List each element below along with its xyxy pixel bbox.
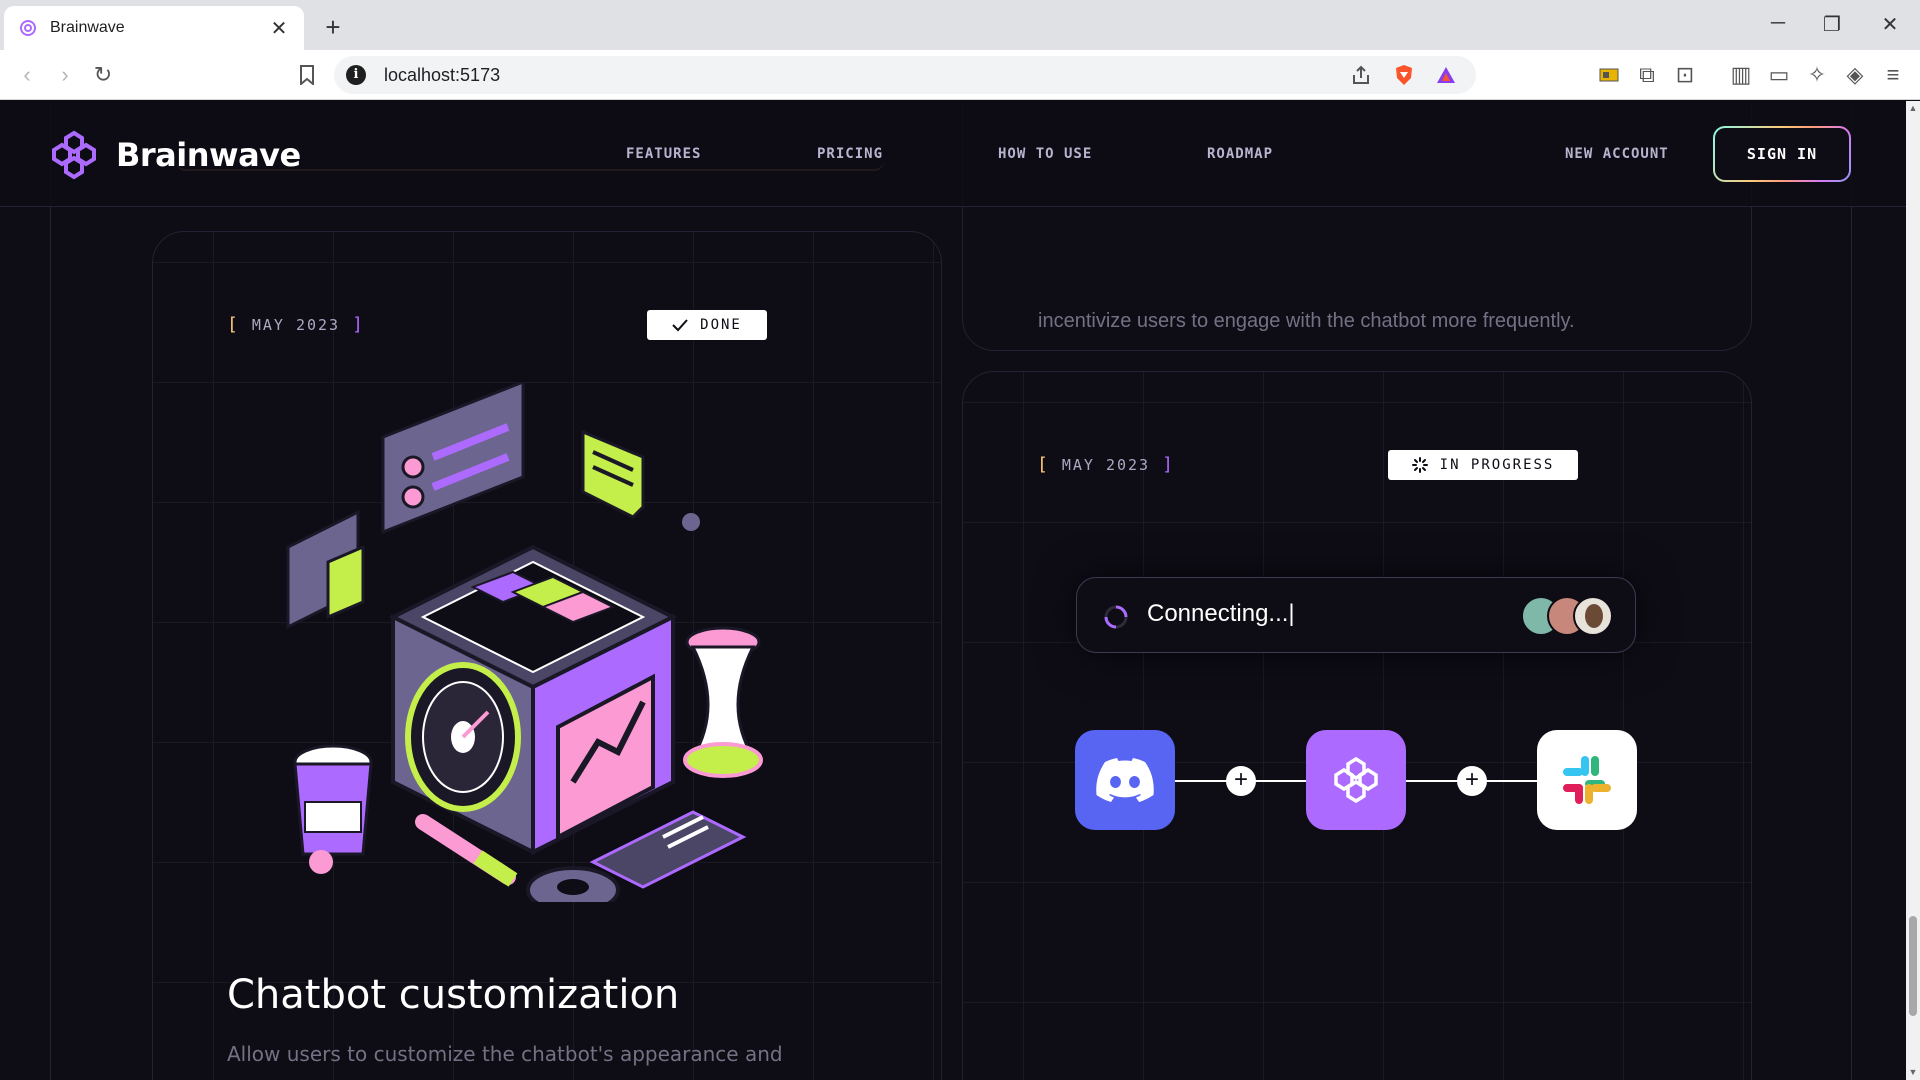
bracket-right: ] [352, 314, 365, 335]
scroll-down-icon[interactable]: ▼ [1908, 1067, 1918, 1077]
status-text: IN PROGRESS [1439, 457, 1555, 473]
new-account-link[interactable]: NEW ACCOUNT [1565, 146, 1669, 162]
new-tab-icon[interactable]: + [320, 12, 346, 43]
card-text: Allow users to customize the chatbot's a… [227, 1042, 783, 1066]
brave-shield-icon[interactable] [1392, 64, 1416, 86]
discord-tile [1075, 730, 1175, 830]
slack-tile [1537, 730, 1637, 830]
brainwave-tile [1306, 730, 1406, 830]
brainwave-logo-icon [52, 130, 96, 180]
url-text: localhost:5173 [384, 65, 501, 85]
minimize-icon[interactable]: ─ [1766, 12, 1790, 35]
bookmark-icon[interactable] [294, 62, 320, 88]
wallet-icon[interactable]: ▭ [1766, 62, 1792, 88]
brainwave-favicon-icon [20, 20, 36, 36]
chatbot-customization-illustration [286, 382, 763, 902]
scroll-thumb[interactable] [1909, 916, 1917, 1016]
brand-logo[interactable]: Brainwave [48, 129, 301, 181]
brave-rewards-icon[interactable] [1434, 64, 1458, 86]
nav-pricing[interactable]: PRICING [817, 146, 883, 162]
bracket-left: [ [227, 314, 240, 335]
bracket-right: ] [1162, 454, 1175, 475]
nav-how-to-use[interactable]: HOW TO USE [998, 146, 1092, 162]
scroll-up-icon[interactable]: ▲ [1908, 103, 1918, 113]
address-bar[interactable]: i localhost:5173 [334, 56, 1476, 94]
reload-icon[interactable]: ↻ [90, 62, 116, 88]
connecting-widget: Connecting...| [1076, 577, 1636, 653]
avatar [1573, 596, 1613, 636]
date-label: [ MAY 2023 ] [1037, 454, 1175, 475]
slack-icon [1563, 756, 1611, 804]
leo-ai-icon[interactable]: ✧ [1804, 62, 1830, 88]
menu-icon[interactable]: ≡ [1880, 62, 1906, 88]
logo-text: Brainwave [116, 136, 301, 174]
date-text: MAY 2023 [1061, 455, 1151, 474]
browser-tabbar: Brainwave ✕ + ─ ❐ ✕ [0, 0, 1920, 50]
bracket-left: [ [1037, 454, 1050, 475]
sidebar-icon[interactable]: ▥ [1728, 62, 1754, 88]
check-icon [672, 319, 688, 332]
loading-spinner-icon [1104, 605, 1128, 629]
browser-toolbar: ‹ › ↻ i localhost:5173 ⧉ ⊡ ▥ ▭ ✧ ◈ ≡ [0, 50, 1920, 100]
frame-line-right [1851, 101, 1852, 1080]
spinner-icon [1411, 457, 1428, 473]
card-text: incentivize users to engage with the cha… [1038, 310, 1575, 332]
frame-line-left [50, 101, 51, 1080]
nav-features[interactable]: FEATURES [626, 146, 701, 162]
date-text: MAY 2023 [251, 315, 341, 334]
status-badge-in-progress: IN PROGRESS [1388, 450, 1578, 480]
card-grid [963, 372, 1751, 1080]
status-text: DONE [700, 317, 742, 333]
plus-icon: + [1457, 766, 1487, 796]
share-icon[interactable] [1350, 64, 1374, 86]
window-close-icon[interactable]: ✕ [1878, 12, 1902, 37]
sign-in-label: SIGN IN [1715, 128, 1849, 180]
plus-icon: + [1226, 766, 1256, 796]
roadmap-card-chatbot-customization: [ MAY 2023 ] DONE Chatbot customization … [152, 231, 942, 1080]
site-info-icon[interactable]: i [346, 65, 366, 85]
back-icon[interactable]: ‹ [14, 62, 40, 88]
sign-in-button[interactable]: SIGN IN [1713, 126, 1851, 182]
discord-icon [1096, 758, 1154, 802]
tab-close-icon[interactable]: ✕ [268, 16, 290, 41]
restore-icon[interactable]: ❐ [1820, 12, 1844, 37]
tab-title: Brainwave [50, 19, 125, 36]
brainwave-logo-icon [1334, 756, 1378, 804]
nav-roadmap[interactable]: ROADMAP [1207, 146, 1273, 162]
site-header: Brainwave FEATURES PRICING HOW TO USE RO… [0, 101, 1906, 207]
date-label: [ MAY 2023 ] [227, 314, 365, 335]
extensions-icon[interactable]: ⧉ [1634, 62, 1660, 88]
page-scrollbar[interactable]: ▲ ▼ [1906, 101, 1920, 1080]
wallet-extension-icon[interactable] [1596, 62, 1622, 88]
status-badge-done: DONE [647, 310, 767, 340]
forward-icon[interactable]: › [52, 62, 78, 88]
page: incentivize users to engage with the cha… [0, 101, 1906, 1080]
reader-icon[interactable]: ⊡ [1672, 62, 1698, 88]
card-title: Chatbot customization [227, 972, 680, 1018]
connecting-text: Connecting...| [1147, 600, 1295, 627]
vpn-icon[interactable]: ◈ [1842, 62, 1868, 88]
browser-tab[interactable]: Brainwave ✕ [4, 6, 304, 50]
roadmap-card-integration: [ MAY 2023 ] IN PROGRESS [962, 371, 1752, 1080]
